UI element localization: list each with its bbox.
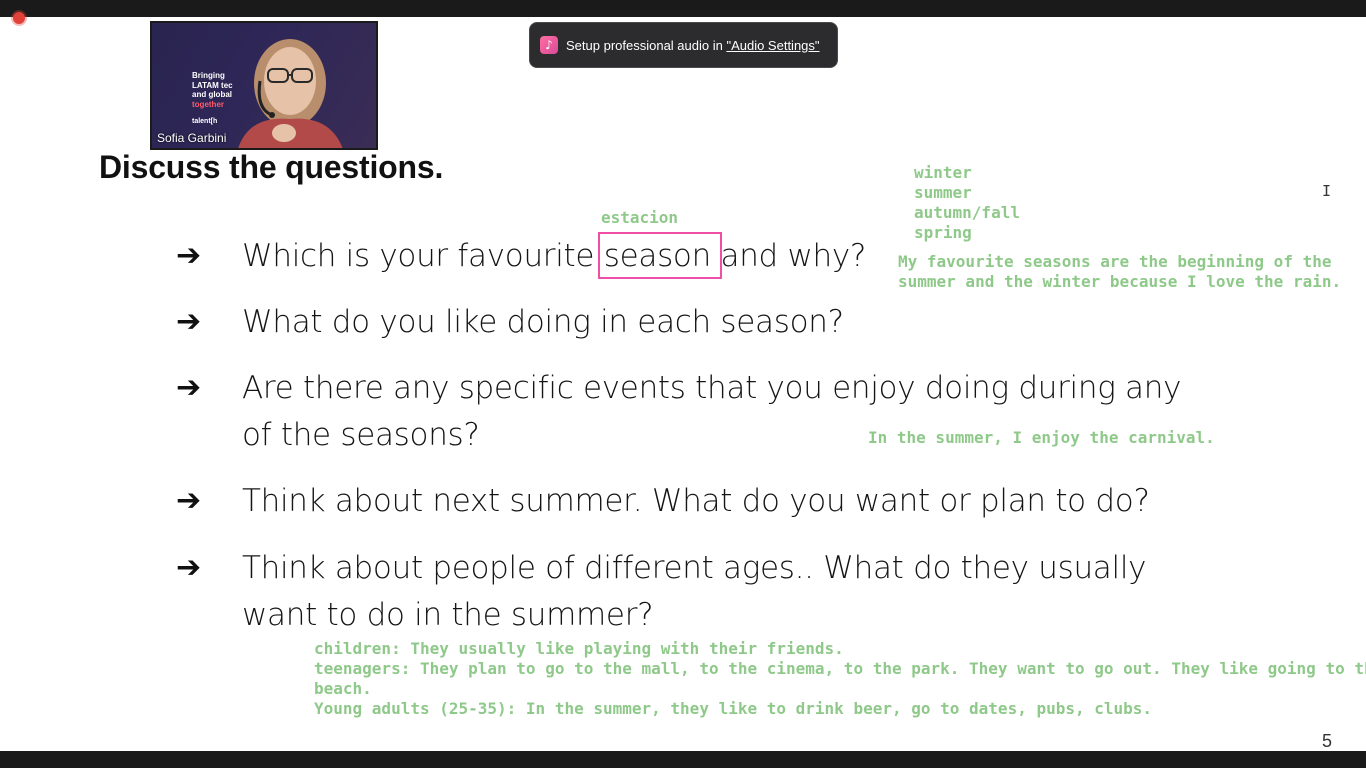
highlight-box [598,232,722,279]
arrow-icon: ➔ [176,238,202,273]
top-bar [0,0,1366,17]
text-cursor-icon: I [1322,182,1332,200]
participant-video[interactable]: Bringing LATAM tec and global together t… [150,21,378,150]
bottom-bar [0,751,1366,768]
arrow-icon: ➔ [176,304,202,339]
music-note-icon: ♪ [540,36,558,54]
answer-5-note: children: They usually like playing with… [314,639,1366,718]
participant-avatar [238,39,343,148]
recording-indicator-icon [13,12,25,24]
arrow-icon: ➔ [176,483,202,518]
answer-3-note: In the summer, I enjoy the carnival. [868,428,1215,447]
answer-1-note: My favourite seasons are the beginning o… [898,252,1342,291]
notification-text: Setup professional audio in [566,37,727,53]
slide-number: 5 [1322,731,1333,751]
participant-name: Sofia Garbini [157,131,227,145]
arrow-icon: ➔ [176,370,202,405]
video-background-logo: talent[h [192,118,218,125]
seasons-list: winter summer autumn/fall spring [914,163,1020,242]
audio-settings-link[interactable]: "Audio Settings" [726,38,819,53]
translation-note: estacion [601,208,679,227]
arrow-icon: ➔ [176,550,202,585]
audio-settings-notification: ♪ Setup professional audio in "Audio Set… [529,22,838,68]
slide-title: Discuss the questions. [99,149,444,185]
